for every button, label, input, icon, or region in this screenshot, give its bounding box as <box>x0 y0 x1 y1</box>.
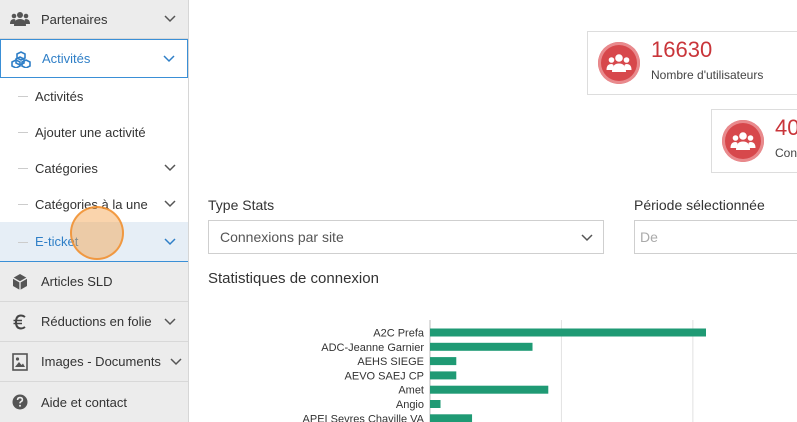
bar[interactable] <box>430 328 706 337</box>
cubes-icon <box>11 49 31 69</box>
category-label: A2C Prefa <box>373 328 425 340</box>
chevron-down-icon <box>581 234 593 242</box>
sidebar-item-label: Activités <box>42 51 91 66</box>
sidebar-item-activites[interactable]: Activités <box>0 39 188 78</box>
chevron-down-icon[interactable] <box>164 164 176 172</box>
sidebar-item-label: Partenaires <box>41 11 108 27</box>
bar[interactable] <box>430 357 457 366</box>
submenu-item-activites[interactable]: Activités <box>0 78 188 114</box>
bar[interactable] <box>430 385 549 394</box>
chevron-down-icon[interactable] <box>164 237 176 246</box>
chart-title: Statistiques de connexion <box>208 270 379 287</box>
cube-icon <box>10 272 30 292</box>
chevron-down-icon[interactable] <box>164 200 176 208</box>
submenu-item-ajouter-activite[interactable]: Ajouter une activité <box>0 114 188 150</box>
submenu-item-label: Activités <box>35 88 84 104</box>
type-stats-label: Type Stats <box>208 197 275 213</box>
submenu-item-label: Ajouter une activité <box>35 124 146 140</box>
submenu-item-label: Catégories <box>35 160 98 176</box>
period-label: Période sélectionnée <box>634 197 765 213</box>
connexion-bar-chart: A2C Prefa ADC-Jeanne Garnier AEHS SIEGE AEV… <box>303 320 706 422</box>
category-label: APEI Sevres Chaville VA <box>303 413 425 422</box>
users-icon <box>722 120 764 162</box>
users-icon <box>598 42 640 84</box>
stat-card-connexions: 40 Con <box>711 109 797 173</box>
category-label: AEHS SIEGE <box>357 356 424 368</box>
users-icon <box>10 9 30 29</box>
chevron-down-icon[interactable] <box>164 15 176 23</box>
stat-value: 40 <box>775 115 797 140</box>
stat-caption: Nombre d'utilisateurs <box>651 68 764 82</box>
submenu-item-categories[interactable]: Catégories <box>0 150 188 186</box>
category-label: ADC-Jeanne Garnier <box>321 342 424 354</box>
stat-card-users: 16630 Nombre d'utilisateurs <box>587 31 797 95</box>
click-indicator <box>70 206 124 260</box>
sidebar-item-articles-sld[interactable]: Articles SLD <box>0 262 188 302</box>
bar[interactable] <box>430 414 473 422</box>
sidebar-item-label: Articles SLD <box>41 274 113 289</box>
type-stats-select[interactable]: Connexions par site <box>208 220 604 254</box>
period-start-input[interactable]: De <box>634 220 797 254</box>
bar[interactable] <box>430 371 457 380</box>
category-label: Amet <box>398 385 424 397</box>
stat-value: 16630 <box>651 37 713 62</box>
category-label: AEVO SAEJ CP <box>345 370 424 382</box>
type-stats-value: Connexions par site <box>220 229 344 245</box>
bar[interactable] <box>430 400 441 408</box>
category-label: Angio <box>396 399 424 411</box>
stat-caption: Con <box>775 146 797 160</box>
chevron-down-icon[interactable] <box>163 54 175 63</box>
period-start-placeholder: De <box>640 229 658 245</box>
bar[interactable] <box>430 342 533 351</box>
sidebar-item-partenaires[interactable]: Partenaires <box>0 0 188 39</box>
